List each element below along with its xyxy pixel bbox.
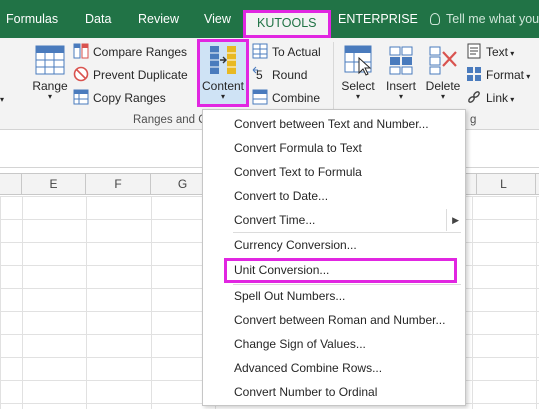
menu-item-convert-text-number[interactable]: Convert between Text and Number... — [203, 113, 465, 135]
combine-button[interactable]: Combine — [252, 88, 320, 108]
insert-label: Insert — [385, 79, 416, 93]
tab-data[interactable]: Data — [85, 0, 111, 38]
menu-item-number-to-ordinal[interactable]: Convert Number to Ordinal — [203, 381, 465, 403]
copy-ranges-label: Copy Ranges — [93, 91, 166, 105]
column-header-e[interactable]: E — [22, 174, 86, 194]
menu-item-advanced-combine-rows[interactable]: Advanced Combine Rows... — [203, 357, 465, 379]
to-actual-button[interactable]: To Actual — [252, 42, 321, 62]
delete-label: Delete — [425, 79, 461, 93]
prevent-duplicate-label: Prevent Duplicate — [93, 68, 188, 82]
link-button[interactable]: Link ▾ — [466, 88, 514, 108]
submenu-divider — [446, 209, 447, 231]
copy-ranges-button[interactable]: Copy Ranges — [73, 88, 166, 108]
select-button[interactable]: Select ▾ — [338, 44, 378, 101]
tell-me-box[interactable]: Tell me what you — [430, 0, 539, 38]
prevent-duplicate-button[interactable]: Prevent Duplicate — [73, 65, 188, 85]
menu-item-change-sign[interactable]: Change Sign of Values... — [203, 333, 465, 355]
menu-item-unit-conversion[interactable]: Unit Conversion... — [224, 258, 457, 283]
menu-item-spell-out-numbers[interactable]: Spell Out Numbers... — [203, 285, 465, 307]
range-button[interactable]: Range ▾ — [30, 44, 70, 101]
tab-formulas[interactable]: Formulas — [6, 0, 58, 38]
combine-icon — [252, 89, 268, 105]
round-button[interactable]: 5 Round — [252, 65, 307, 85]
menu-item-convert-time[interactable]: Convert Time... ▶ — [203, 209, 465, 231]
select-label: Select — [341, 79, 375, 93]
delete-icon — [429, 46, 457, 75]
link-label: Link — [486, 91, 509, 105]
format-button[interactable]: Format ▾ — [466, 65, 530, 85]
ribbon-tab-bar: Formulas Data Review View KUTOOLS ENTERP… — [0, 0, 539, 38]
content-button[interactable]: Content ▾ — [200, 44, 246, 101]
chevron-down-icon: ▾ — [508, 49, 515, 58]
menu-item-convert-to-date[interactable]: Convert to Date... — [203, 185, 465, 207]
menu-separator — [233, 232, 461, 233]
copy-ranges-icon — [73, 89, 89, 105]
column-header-f[interactable]: F — [86, 174, 151, 194]
column-header[interactable] — [0, 174, 22, 194]
grid-line — [151, 196, 152, 409]
tab-view[interactable]: View — [204, 0, 231, 38]
delete-button[interactable]: Delete ▾ — [423, 44, 463, 101]
grid-line — [472, 196, 473, 409]
chevron-down-icon: ▾ — [524, 72, 531, 81]
format-label: Format — [486, 68, 525, 82]
tab-kutools[interactable]: KUTOOLS — [243, 10, 331, 38]
select-icon — [344, 45, 372, 76]
menu-item-convert-time-label: Convert Time... — [234, 213, 316, 227]
grid-line — [22, 196, 23, 409]
chevron-down-icon: ▾ — [220, 92, 225, 101]
text-label: Text — [486, 45, 509, 59]
grid-line — [86, 196, 87, 409]
compare-ranges-label: Compare Ranges — [93, 45, 188, 59]
compare-ranges-button[interactable]: Compare Ranges — [73, 42, 187, 62]
chevron-down-icon: ▾ — [398, 92, 403, 101]
link-icon — [468, 91, 480, 103]
chevron-down-icon: ▾ — [440, 92, 445, 101]
to-actual-label: To Actual — [272, 45, 321, 59]
format-icon — [467, 67, 481, 81]
combine-label: Combine — [272, 91, 321, 105]
range-icon — [35, 45, 65, 75]
menu-item-convert-formula-to-text[interactable]: Convert Formula to Text — [203, 137, 465, 159]
menu-item-convert-text-to-formula[interactable]: Convert Text to Formula — [203, 161, 465, 183]
menu-item-roman-number[interactable]: Convert between Roman and Number... — [203, 309, 465, 331]
content-label: Content — [201, 79, 245, 93]
round-icon: 5 — [252, 66, 263, 82]
text-icon — [467, 43, 481, 59]
range-label: Range — [32, 79, 68, 93]
to-actual-icon — [252, 43, 268, 59]
submenu-arrow-icon: ▶ — [452, 215, 459, 225]
grid-line — [536, 196, 537, 409]
chevron-down-icon: ▾ — [47, 92, 52, 101]
compare-ranges-icon — [73, 43, 89, 59]
ranges-and-cells-group-label: Ranges and C — [133, 114, 207, 126]
column-header-l[interactable]: L — [472, 174, 536, 194]
tab-review[interactable]: Review — [138, 0, 179, 38]
prevent-duplicate-icon — [73, 66, 89, 82]
text-button[interactable]: Text ▾ — [466, 42, 514, 62]
tell-me-text: Tell me what you — [446, 12, 539, 26]
editing-group-label: g — [470, 114, 477, 126]
chevron-down-icon[interactable]: ▾ — [0, 90, 4, 110]
menu-item-currency-conversion[interactable]: Currency Conversion... — [203, 234, 465, 256]
chevron-down-icon: ▾ — [355, 92, 360, 101]
content-dropdown-menu: Convert between Text and Number... Conve… — [202, 109, 466, 406]
chevron-down-icon: ▾ — [508, 95, 515, 104]
round-label: Round — [272, 68, 308, 82]
insert-button[interactable]: Insert ▾ — [381, 44, 421, 101]
content-icon — [210, 46, 236, 74]
lightbulb-icon — [430, 13, 440, 25]
insert-icon — [389, 46, 413, 75]
tab-enterprise[interactable]: ENTERPRISE — [338, 0, 418, 38]
